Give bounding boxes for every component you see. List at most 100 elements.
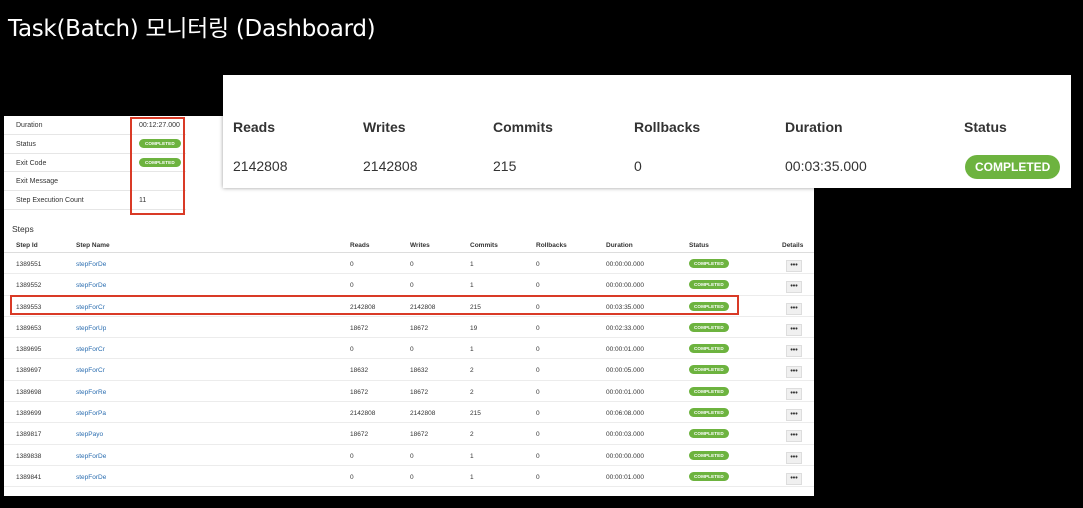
writes-cell: 0	[410, 261, 414, 268]
rollbacks-cell: 0	[536, 410, 540, 418]
zoom-value: 215	[493, 158, 517, 174]
status-badge: COMPLETED	[689, 450, 729, 460]
zoom-header: Status	[964, 119, 1007, 135]
details-button[interactable]: •••	[786, 409, 802, 422]
commits-cell: 215	[470, 410, 481, 418]
details-button[interactable]: •••	[786, 260, 802, 272]
step-name-link[interactable]: stepForDe	[76, 282, 106, 289]
column-header: Step Name	[76, 242, 110, 249]
status-cell: COMPLETED	[689, 450, 729, 460]
table-row: 1389838 stepForDe 0 0 1 0 00:00:00.000 COMPLETE…	[4, 445, 814, 466]
highlight-box-row	[10, 295, 739, 315]
step-id-cell: 1389653	[16, 324, 42, 332]
step-name-link[interactable]: stepForUp	[76, 325, 106, 332]
commits-cell: 19	[470, 324, 478, 332]
reads-cell: 0	[350, 452, 354, 460]
step-name-link[interactable]: stepForDe	[76, 474, 106, 481]
commits-cell: 1	[470, 282, 474, 290]
zoom-header: Commits	[493, 119, 553, 135]
step-name-link[interactable]: stepForPa	[76, 410, 106, 417]
details-button[interactable]: •••	[786, 281, 802, 294]
step-name-link[interactable]: stepForDe	[76, 261, 106, 268]
rollbacks-cell: 0	[536, 261, 540, 268]
status-badge: COMPLETED	[689, 429, 729, 439]
status-cell: COMPLETED	[689, 471, 729, 481]
column-header: Step Id	[16, 242, 38, 249]
step-name-link[interactable]: stepForCr	[76, 346, 106, 353]
zoom-header: Duration	[785, 119, 843, 135]
step-name-link[interactable]: stepPayo	[76, 431, 106, 438]
table-row: 1389698 stepForRe 18672 18672 2 0 00:00:01.000…	[4, 381, 814, 403]
writes-cell: 2142808	[410, 410, 436, 418]
table-row: 1389841 stepForDe 0 0 1 0 00:00:01.000 COMPLETE…	[4, 466, 814, 488]
summary-label: Exit Code	[16, 159, 47, 167]
reads-cell: 18632	[350, 367, 369, 375]
status-badge: COMPLETED	[689, 386, 729, 396]
table-row: 1389699 stepForPa 2142808 2142808 215 0 00:06:…	[4, 402, 814, 424]
reads-cell: 18672	[350, 324, 369, 332]
duration-cell: 00:00:01.000	[606, 473, 644, 481]
status-cell: COMPLETED	[689, 386, 729, 396]
zoom-value: 2142808	[363, 158, 418, 174]
rollbacks-cell: 0	[536, 452, 540, 460]
summary-label: Step Execution Count	[16, 197, 84, 205]
reads-cell: 18672	[350, 388, 369, 396]
step-id-cell: 1389552	[16, 282, 42, 290]
details-button[interactable]: •••	[786, 302, 802, 315]
status-cell: COMPLETED	[689, 365, 729, 375]
details-button[interactable]: •••	[786, 323, 802, 336]
duration-cell: 00:00:00.000	[606, 452, 644, 460]
commits-cell: 1	[470, 452, 474, 460]
commits-cell: 1	[470, 346, 474, 354]
details-button[interactable]: •••	[786, 430, 802, 443]
status-cell: COMPLETED	[689, 322, 729, 332]
details-button[interactable]: •••	[786, 387, 802, 400]
rollbacks-cell: 0	[536, 473, 540, 481]
step-id-cell: 1389697	[16, 367, 42, 375]
step-name-link[interactable]: stepForCr	[76, 367, 106, 374]
duration-cell: 00:06:08.000	[606, 410, 644, 418]
status-badge: COMPLETED	[689, 408, 729, 418]
details-button[interactable]: •••	[786, 345, 802, 358]
step-name-link[interactable]: stepForDe	[76, 453, 106, 460]
details-button[interactable]: •••	[786, 451, 802, 464]
duration-cell: 00:00:00.000	[606, 261, 644, 268]
rollbacks-cell: 0	[536, 346, 540, 354]
table-row: 1389695 stepForCr 0 0 1 0 00:00:01.000 COMPLETE…	[4, 338, 814, 360]
writes-cell: 18672	[410, 431, 429, 439]
duration-cell: 00:00:01.000	[606, 388, 644, 396]
step-id-cell: 1389817	[16, 431, 42, 439]
reads-cell: 0	[350, 346, 354, 354]
summary-label: Duration	[16, 122, 43, 129]
status-cell: COMPLETED	[689, 259, 729, 268]
table-row: 1389653 stepForUp 18672 18672 19 0 00:02:33.00…	[4, 317, 814, 339]
status-badge: COMPLETED	[689, 471, 729, 481]
reads-cell: 18672	[350, 431, 369, 439]
status-cell: COMPLETED	[689, 408, 729, 418]
duration-cell: 00:00:01.000	[606, 346, 644, 354]
step-id-cell: 1389698	[16, 388, 42, 396]
details-button[interactable]: •••	[786, 366, 802, 379]
status-badge: COMPLETED	[689, 344, 729, 354]
commits-cell: 2	[470, 431, 474, 439]
step-id-cell: 1389841	[16, 473, 42, 481]
slide-title: Task(Batch) 모니터링 (Dashboard)	[8, 16, 376, 42]
writes-cell: 0	[410, 473, 414, 481]
writes-cell: 0	[410, 282, 414, 290]
table-row: 1389551 stepForDe 0 0 1 0 00:00:00.000 COMPLETE…	[4, 253, 814, 275]
step-name-link[interactable]: stepForRe	[76, 389, 106, 396]
duration-cell: 00:02:33.000	[606, 324, 644, 332]
summary-label: Exit Message	[16, 178, 59, 186]
rollbacks-cell: 0	[536, 431, 540, 439]
steps-heading: Steps	[12, 224, 34, 234]
commits-cell: 1	[470, 473, 474, 481]
status-badge: COMPLETED	[689, 280, 729, 290]
column-header: Duration	[606, 242, 633, 249]
zoom-header: Reads	[233, 119, 276, 135]
status-badge: COMPLETED	[689, 259, 729, 268]
zoom-value: 0	[634, 158, 642, 174]
writes-cell: 18672	[410, 324, 429, 332]
details-button[interactable]: •••	[786, 472, 802, 485]
table-row: 1389817 stepPayo 18672 18672 2 0 00:00:03.000 C…	[4, 423, 814, 445]
writes-cell: 18672	[410, 388, 429, 396]
